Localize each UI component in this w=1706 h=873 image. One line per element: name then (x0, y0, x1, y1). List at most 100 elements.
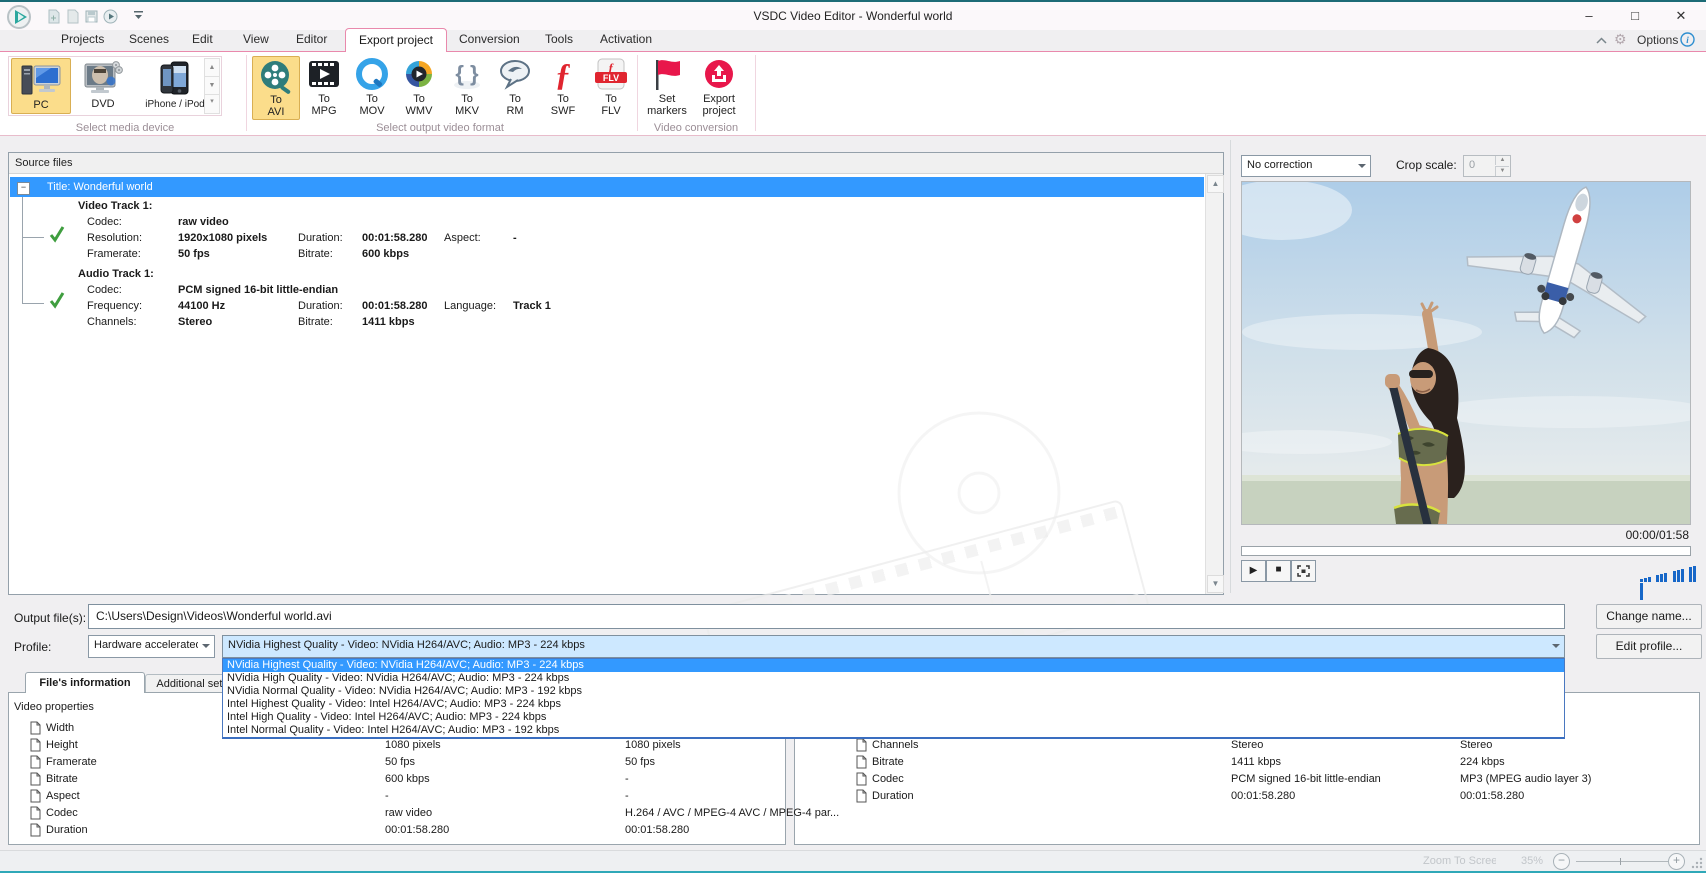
menu-bar: Projects Scenes Edit View Editor Export … (0, 28, 1706, 51)
value: - (513, 232, 517, 244)
fmt-label: AVI (268, 106, 285, 118)
conv-label: project (702, 105, 735, 117)
conv-label: Export (703, 93, 735, 105)
zoom-out-button[interactable]: − (1553, 853, 1570, 870)
prop-name: Height (46, 739, 78, 751)
prop-output-value: 00:01:58.280 (625, 824, 689, 836)
stop-button[interactable]: ■ (1266, 560, 1291, 582)
profile-option[interactable]: NVidia High Quality - Video: NVidia H264… (223, 672, 1564, 685)
prop-source-value: PCM signed 16-bit little-endian (1231, 773, 1381, 785)
close-button[interactable]: ✕ (1670, 7, 1692, 25)
change-name-button[interactable]: Change name... (1596, 604, 1702, 629)
svg-text:ƒ: ƒ (608, 60, 614, 74)
device-more-button[interactable]: ▾ (204, 94, 220, 114)
seek-bar[interactable] (1241, 546, 1691, 556)
device-pc-button[interactable]: PC (11, 58, 71, 114)
collapse-ribbon-icon[interactable] (1595, 36, 1608, 46)
spin-down-icon[interactable]: ▼ (1495, 166, 1509, 176)
prop-name: Codec (872, 773, 904, 785)
avi-film-reel-icon (253, 58, 299, 94)
prop-row-audio-bitrate: Bitrate 1411 kbps 224 kbps (856, 755, 1696, 771)
filmreel-watermark (889, 403, 1069, 583)
menu-editor[interactable]: Editor (296, 32, 327, 46)
label: Bitrate: (298, 316, 333, 328)
to-avi-button[interactable]: To AVI (252, 56, 300, 120)
profile-option[interactable]: NVidia Normal Quality - Video: NVidia H2… (223, 685, 1564, 698)
to-mpg-button[interactable]: To MPG (301, 56, 347, 118)
source-scrollbar[interactable]: ▲ ▼ (1205, 174, 1223, 594)
format-group-label: Select output video format (340, 122, 540, 134)
menu-scenes[interactable]: Scenes (129, 32, 169, 46)
zoom-slider-thumb[interactable] (1620, 858, 1621, 865)
device-scroll-down-button[interactable]: ▼ (204, 76, 220, 96)
maximize-button[interactable]: □ (1624, 7, 1646, 25)
pc-icon (21, 62, 61, 98)
to-mkv-button[interactable]: { } To MKV (444, 56, 490, 118)
edit-profile-button[interactable]: Edit profile... (1596, 634, 1702, 659)
spin-up-icon[interactable]: ▲ (1495, 156, 1509, 165)
prop-source-value: 1411 kbps (1231, 756, 1281, 768)
mpg-filmstrip-icon (301, 57, 347, 93)
menu-edit[interactable]: Edit (192, 32, 213, 46)
profile-options-list: NVidia Highest Quality - Video: NVidia H… (222, 658, 1565, 739)
group-separator (637, 55, 638, 131)
fmt-label: FLV (601, 105, 620, 117)
to-flv-button[interactable]: ƒ FLV To FLV (588, 56, 634, 118)
prop-output-value: MP3 (MPEG audio layer 3) (1460, 773, 1591, 785)
profile-dropdown[interactable]: NVidia Highest Quality - Video: NVidia H… (222, 635, 1565, 658)
profile-option[interactable]: Intel Normal Quality - Video: Intel H264… (223, 724, 1564, 737)
set-markers-button[interactable]: Set markers (644, 56, 690, 118)
zoom-slider[interactable] (1576, 861, 1668, 862)
source-title-row[interactable]: Title: Wonderful world (10, 177, 1204, 197)
fmt-label: To (318, 93, 330, 105)
play-button[interactable]: ▶ (1241, 560, 1266, 582)
output-path-field[interactable]: C:\Users\Design\Videos\Wonderful world.a… (88, 604, 1565, 629)
fullscreen-button[interactable] (1291, 560, 1316, 582)
menu-view[interactable]: View (243, 32, 269, 46)
to-mov-button[interactable]: To MOV (349, 56, 395, 118)
prop-row-framerate: Framerate 50 fps 50 fps (30, 755, 774, 771)
prop-row-audio-codec: Codec PCM signed 16-bit little-endian MP… (856, 772, 1696, 788)
minimize-button[interactable]: – (1578, 7, 1600, 25)
scroll-down-icon[interactable]: ▼ (1207, 575, 1224, 593)
profile-option[interactable]: Intel Highest Quality - Video: Intel H26… (223, 698, 1564, 711)
scroll-up-icon[interactable]: ▲ (1207, 175, 1224, 193)
prop-output-value: H.264 / AVC / MPEG-4 AVC / MPEG-4 par... (625, 807, 839, 819)
export-icon (694, 57, 744, 93)
gear-icon[interactable]: ⚙ (1614, 31, 1627, 48)
to-wmv-button[interactable]: To WMV (396, 56, 442, 118)
device-scroll-up-button[interactable]: ▲ (204, 58, 220, 78)
to-rm-button[interactable]: To RM (492, 56, 538, 118)
menu-export-project-active-tab[interactable]: Export project (345, 28, 447, 52)
menu-conversion[interactable]: Conversion (459, 32, 520, 46)
export-project-button[interactable]: Export project (694, 56, 744, 118)
correction-dropdown[interactable]: No correction (1241, 155, 1371, 177)
label: Codec: (87, 216, 122, 228)
prop-row-audio-duration: Duration 00:01:58.280 00:01:58.280 (856, 789, 1696, 805)
zoom-in-button[interactable]: + (1668, 853, 1685, 870)
tree-collapse-toggle[interactable]: − (17, 182, 30, 195)
prop-source-value: raw video (385, 807, 432, 819)
resize-grip[interactable] (1691, 857, 1703, 869)
info-icon[interactable]: i (1680, 32, 1695, 47)
to-swf-button[interactable]: ƒ To SWF (540, 56, 586, 118)
video-track-check-icon[interactable] (49, 225, 65, 243)
menu-projects[interactable]: Projects (61, 32, 104, 46)
device-iphone-button[interactable]: iPhone / iPod (137, 58, 213, 112)
chevron-down-icon (202, 644, 210, 648)
options-label[interactable]: Options (1637, 33, 1678, 47)
audio-track-check-icon[interactable] (49, 291, 65, 309)
value: 00:01:58.280 (362, 300, 427, 312)
device-dvd-button[interactable]: DVD (71, 58, 135, 112)
profile-option-selected[interactable]: NVidia Highest Quality - Video: NVidia H… (223, 659, 1564, 672)
prop-output-value: 224 kbps (1460, 756, 1505, 768)
volume-meter[interactable] (1639, 564, 1699, 582)
hardware-acceleration-dropdown[interactable]: Hardware accelerated (88, 635, 215, 658)
menu-tools[interactable]: Tools (545, 32, 573, 46)
crop-scale-spinner[interactable]: 0 ▲ ▼ (1463, 155, 1511, 177)
value: 1920x1080 pixels (178, 232, 267, 244)
tab-files-information[interactable]: File's information (25, 672, 145, 693)
menu-activation[interactable]: Activation (600, 32, 652, 46)
profile-option[interactable]: Intel High Quality - Video: Intel H264/A… (223, 711, 1564, 724)
prop-source-value: - (385, 790, 389, 802)
